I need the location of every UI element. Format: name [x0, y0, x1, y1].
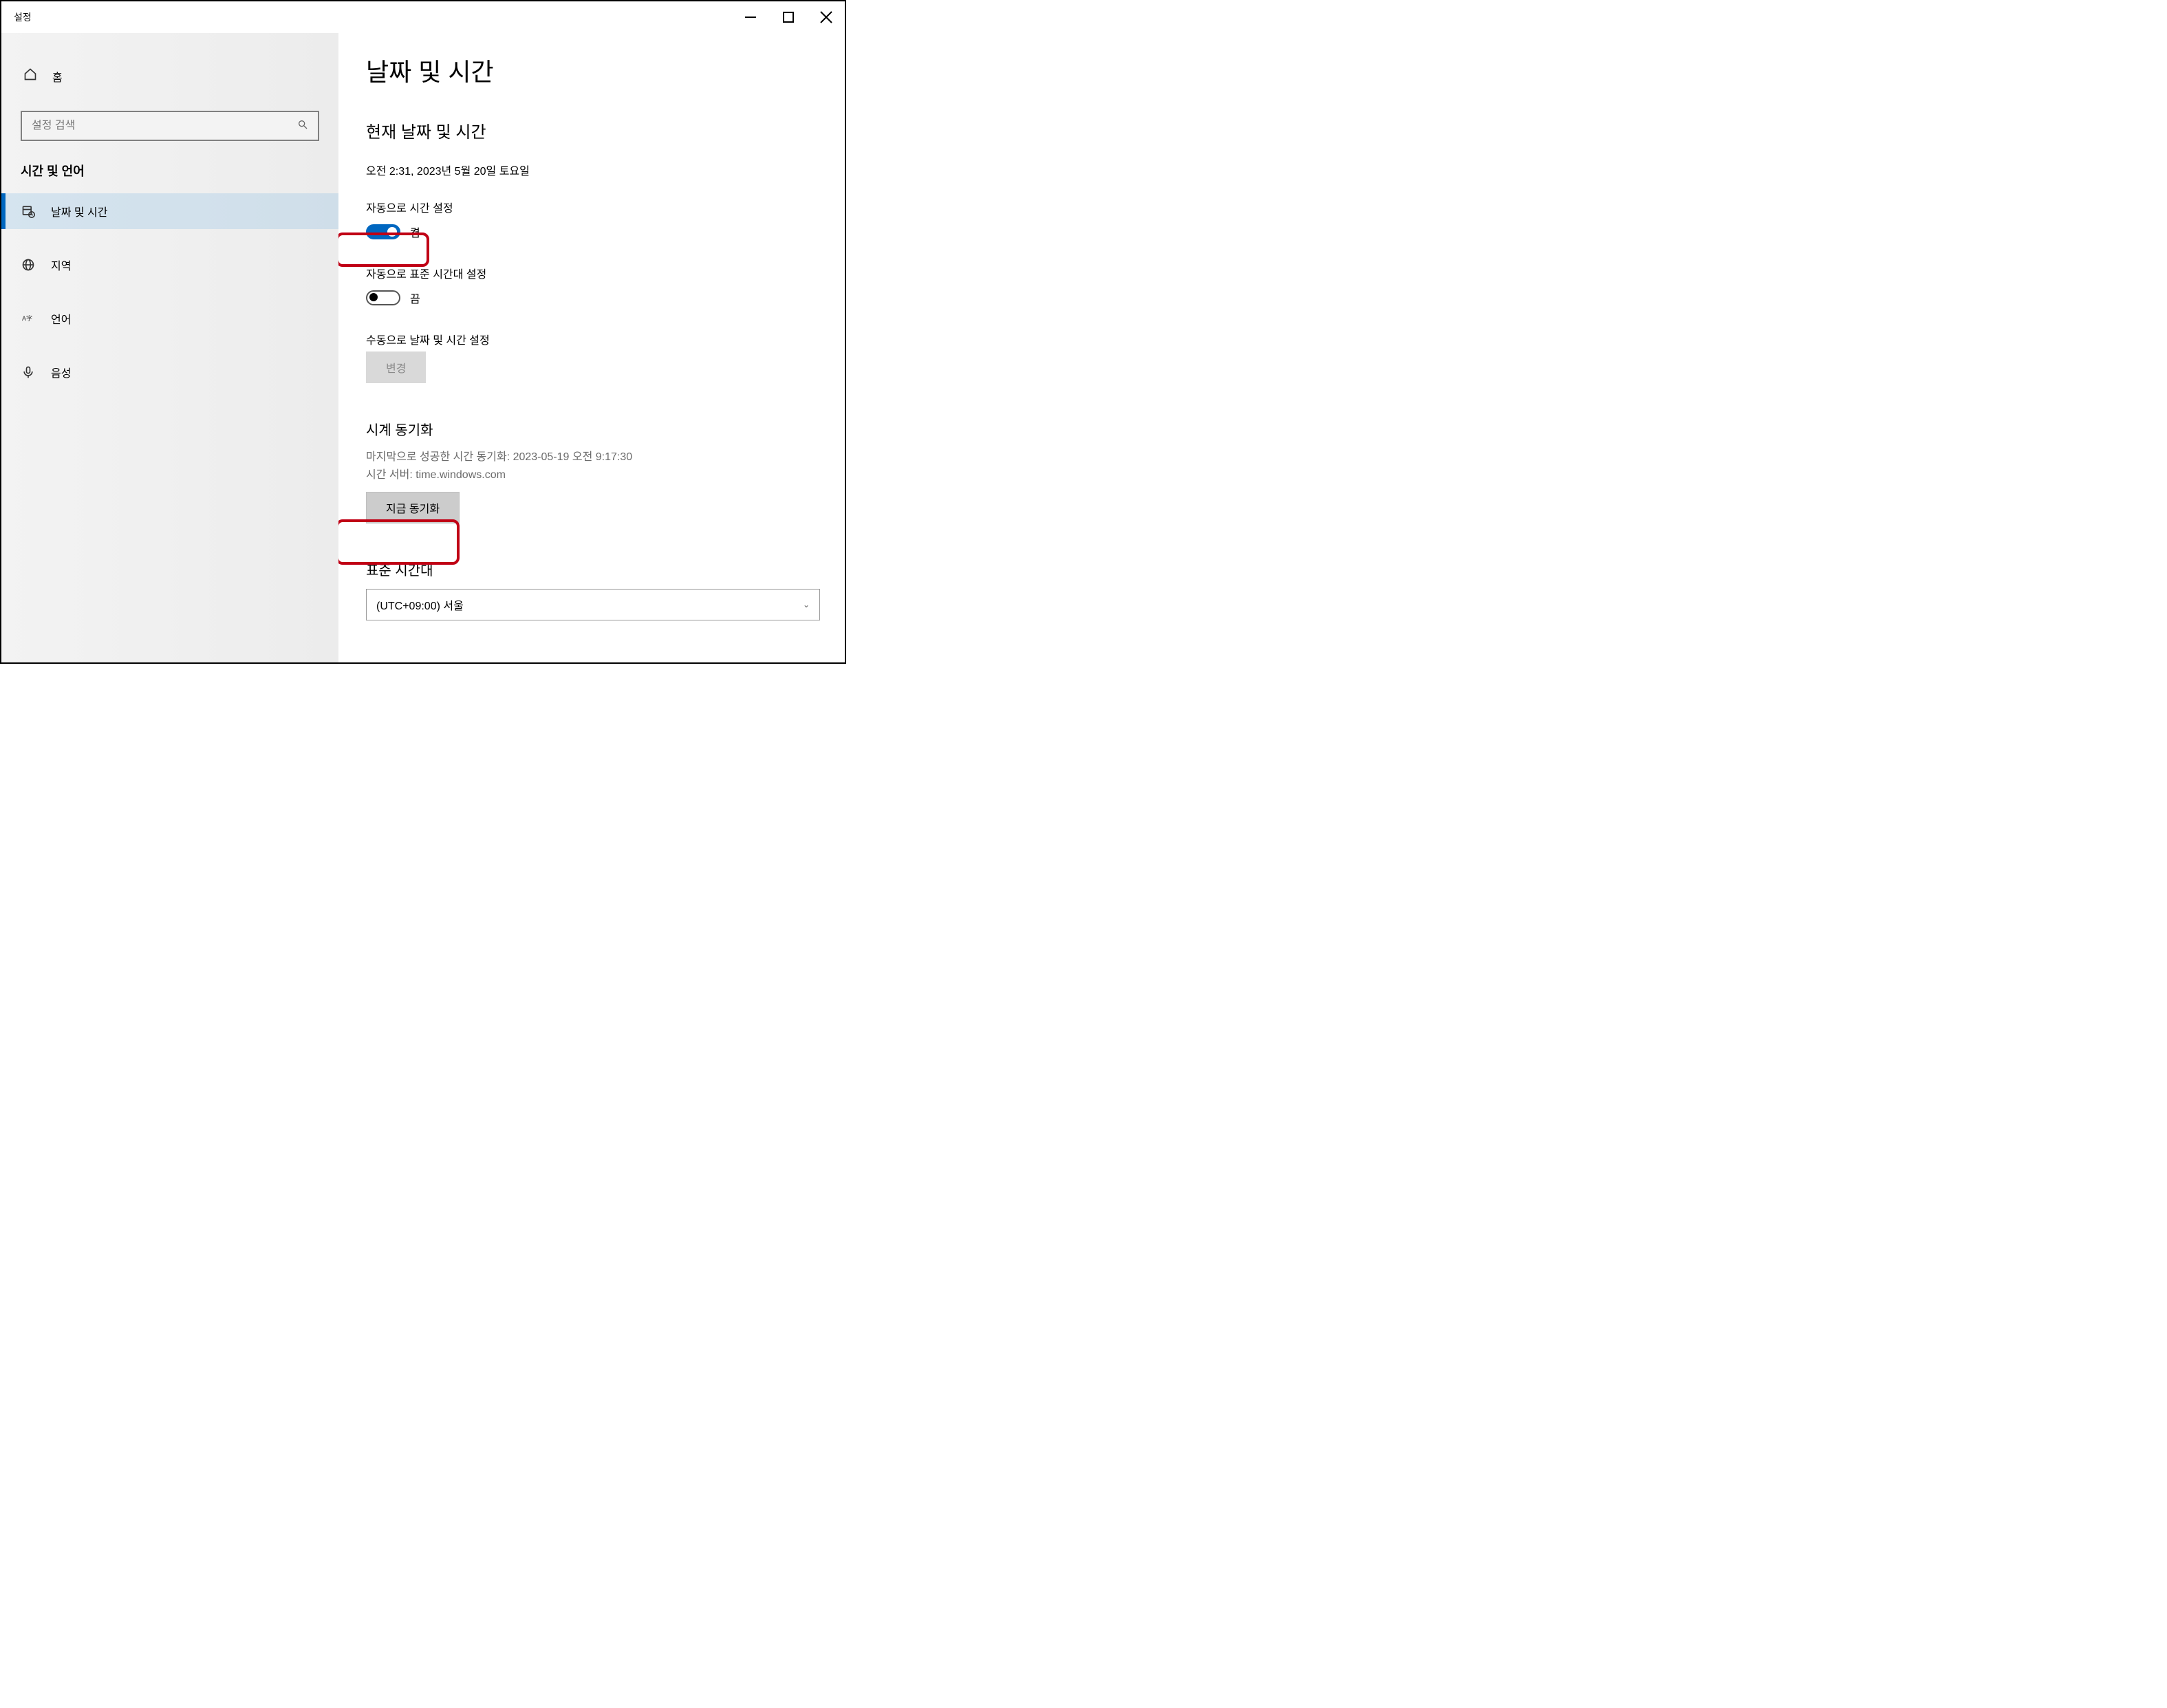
current-datetime: 오전 2:31, 2023년 5월 20일 토요일: [366, 162, 817, 178]
sidebar-item-speech[interactable]: 음성: [1, 354, 338, 390]
main-content: 날짜 및 시간 현재 날짜 및 시간 오전 2:31, 2023년 5월 20일…: [338, 33, 845, 662]
sidebar-category-title: 시간 및 언어: [1, 162, 338, 193]
sidebar-item-label: 지역: [51, 257, 71, 273]
manual-set-label: 수동으로 날짜 및 시간 설정: [366, 331, 817, 347]
close-button[interactable]: [807, 3, 845, 31]
sidebar-item-region[interactable]: 지역: [1, 247, 338, 283]
timezone-dropdown[interactable]: (UTC+09:00) 서울 ⌄: [366, 589, 820, 620]
sidebar-item-date-time[interactable]: 날짜 및 시간: [1, 193, 338, 229]
globe-icon: [21, 257, 36, 272]
change-button: 변경: [366, 352, 426, 383]
sidebar-item-label: 언어: [51, 310, 71, 327]
timezone-value: (UTC+09:00) 서울: [376, 596, 803, 613]
window-title: 설정: [14, 10, 32, 24]
settings-window: 설정 홈 시간 및 언어: [0, 0, 846, 664]
microphone-icon: [21, 365, 36, 380]
sidebar-item-label: 날짜 및 시간: [51, 203, 108, 219]
sync-now-button[interactable]: 지금 동기화: [366, 492, 460, 523]
auto-time-state: 켬: [410, 224, 420, 240]
calendar-clock-icon: [21, 204, 36, 219]
auto-time-toggle[interactable]: [366, 224, 400, 239]
search-box[interactable]: [21, 111, 319, 141]
sidebar: 홈 시간 및 언어 날짜 및 시간 지역: [1, 33, 338, 662]
section-current-heading: 현재 날짜 및 시간: [366, 118, 817, 142]
sidebar-item-language[interactable]: A字 언어: [1, 301, 338, 336]
home-button[interactable]: 홈: [1, 61, 338, 91]
auto-time-label: 자동으로 시간 설정: [366, 199, 817, 215]
section-sync-heading: 시계 동기화: [366, 419, 817, 439]
auto-timezone-label: 자동으로 표준 시간대 설정: [366, 265, 817, 281]
last-sync-text: 마지막으로 성공한 시간 동기화: 2023-05-19 오전 9:17:30: [366, 448, 817, 466]
sidebar-item-label: 음성: [51, 364, 71, 380]
auto-timezone-toggle[interactable]: [366, 290, 400, 305]
maximize-button[interactable]: [769, 3, 807, 31]
search-input[interactable]: [32, 120, 297, 132]
svg-text:A字: A字: [22, 314, 32, 322]
home-label: 홈: [52, 68, 63, 85]
language-icon: A字: [21, 311, 36, 326]
close-icon: [819, 10, 833, 24]
minimize-icon: [744, 10, 757, 24]
section-timezone-heading: 표준 시간대: [366, 559, 817, 579]
home-icon: [23, 67, 37, 85]
minimize-button[interactable]: [731, 3, 769, 31]
auto-time-toggle-row: 켬: [366, 219, 817, 244]
sync-info: 마지막으로 성공한 시간 동기화: 2023-05-19 오전 9:17:30 …: [366, 448, 817, 484]
titlebar: 설정: [1, 1, 845, 33]
search-icon: [297, 119, 308, 133]
auto-timezone-state: 끔: [410, 290, 420, 306]
page-title: 날짜 및 시간: [366, 52, 817, 88]
chevron-down-icon: ⌄: [803, 600, 810, 609]
maximize-icon: [781, 10, 795, 24]
annotation-box-2: [338, 519, 460, 565]
auto-timezone-toggle-row: 끔: [366, 285, 817, 310]
time-server-text: 시간 서버: time.windows.com: [366, 466, 817, 484]
